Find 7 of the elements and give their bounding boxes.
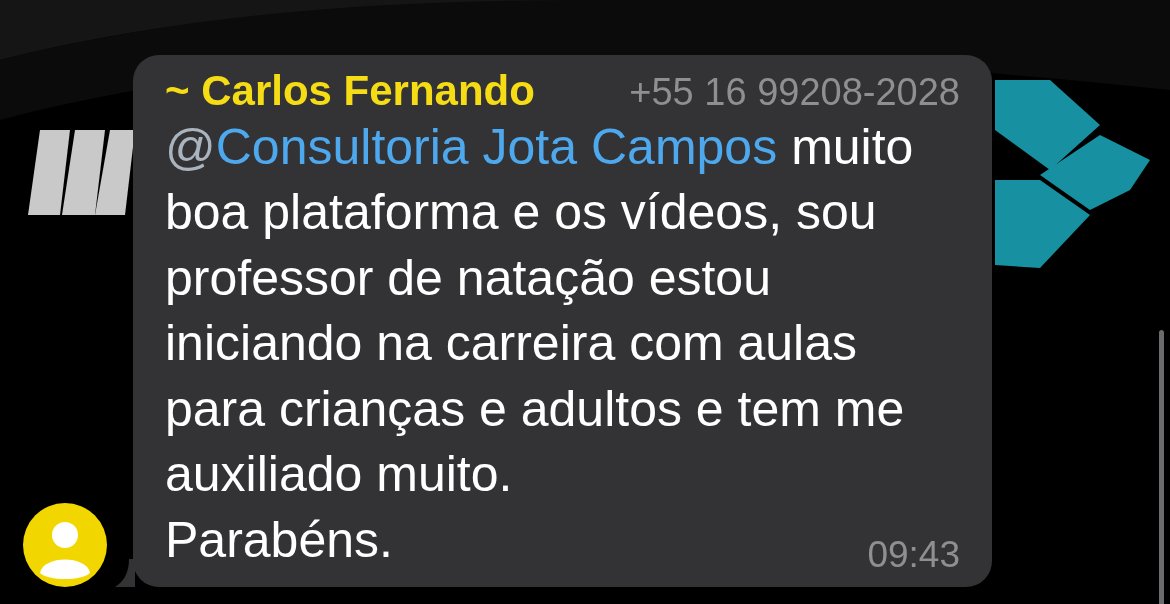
- message-text: @Consultoria Jota Campos muito boa plataforma e os vídeos, sou professor de natação estou iniciando na carreira com aulas para crianças e adultos e tem me auxiliado muito.: [165, 117, 914, 504]
- closing-text: Parabéns.: [165, 510, 393, 570]
- message-time: 09:43: [867, 533, 960, 576]
- sender-name[interactable]: ~ Carlos Fernando: [165, 66, 535, 115]
- avatar[interactable]: [23, 503, 107, 587]
- mention-link[interactable]: @Consultoria Jota Campos: [165, 118, 778, 175]
- phone-number: +55 16 99208-2028: [629, 70, 960, 114]
